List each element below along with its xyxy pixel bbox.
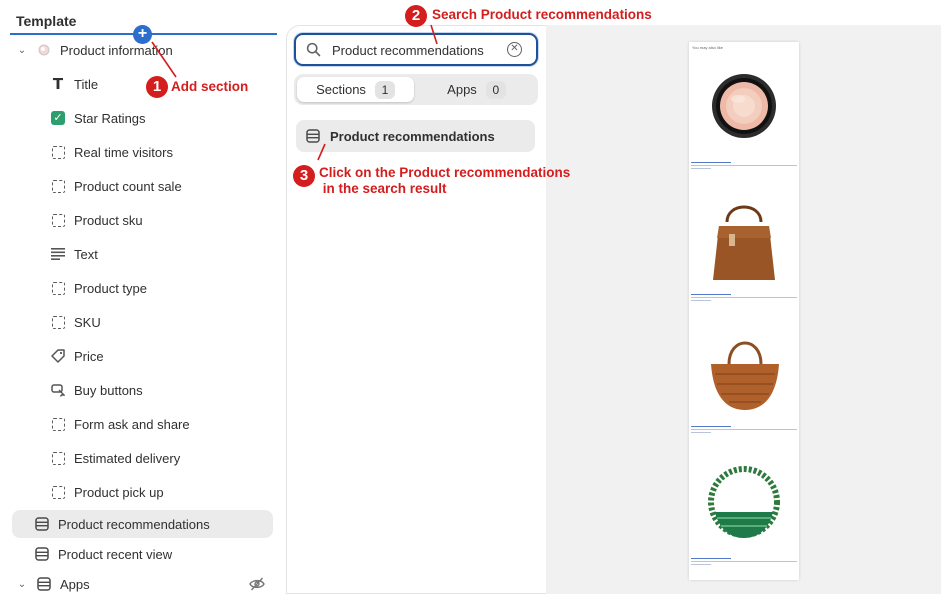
- preview-product-meta: [691, 160, 797, 174]
- section-icon: [36, 576, 52, 592]
- sidebar-header: Template: [16, 13, 77, 29]
- step-3-annotation-line-2: in the search result: [319, 181, 447, 196]
- brown-tote-bag-image: [691, 182, 797, 290]
- section-icon: [34, 516, 50, 532]
- dashed-block-icon: [50, 484, 66, 500]
- sidebar-item-form-ask-and-share[interactable]: Form ask and share: [50, 410, 190, 438]
- product-info-icon: [36, 42, 52, 58]
- preview-product-card[interactable]: [689, 174, 799, 306]
- preview-product-meta: [691, 292, 797, 306]
- sidebar-item-label: Product type: [74, 280, 147, 296]
- preview-product-card[interactable]: [689, 438, 799, 570]
- sidebar-item-product-sku[interactable]: Product sku: [50, 206, 143, 234]
- chevron-down-icon[interactable]: ⌄: [16, 45, 28, 56]
- text-lines-icon: [50, 246, 66, 262]
- chevron-down-icon[interactable]: ⌄: [16, 579, 28, 590]
- sidebar-item-label: Product pick up: [74, 484, 164, 500]
- sidebar-item-label: Product count sale: [74, 178, 182, 194]
- tab-label: Sections: [316, 82, 366, 97]
- step-2-annotation: Search Product recommendations: [432, 7, 652, 22]
- preview-product-card[interactable]: [689, 42, 799, 174]
- sidebar-item-apps[interactable]: ⌄ Apps: [16, 570, 90, 594]
- highlighter-compact-image: [691, 50, 797, 158]
- sidebar-item-label: Product recent view: [58, 546, 173, 562]
- sidebar-item-star-ratings[interactable]: ✓ Star Ratings: [50, 104, 146, 132]
- sidebar-item-buy-buttons[interactable]: Buy buttons: [50, 376, 143, 404]
- tab-sections[interactable]: Sections 1: [297, 77, 414, 102]
- dashed-block-icon: [50, 314, 66, 330]
- sidebar-item-real-time-visitors[interactable]: Real time visitors: [50, 138, 173, 166]
- preview-product-meta: [691, 556, 797, 570]
- section-icon: [34, 546, 50, 562]
- tab-apps[interactable]: Apps 0: [418, 77, 535, 102]
- sidebar-item-label: Product sku: [74, 212, 143, 228]
- search-result-product-recommendations[interactable]: Product recommendations: [296, 120, 535, 152]
- sidebar-item-title[interactable]: T Title: [50, 70, 98, 98]
- step-2-badge: 2: [405, 5, 427, 27]
- search-icon: [306, 42, 321, 57]
- section-type-tabs: Sections 1 Apps 0: [294, 74, 538, 105]
- preview-product-card[interactable]: [689, 306, 799, 438]
- sidebar-item-sku[interactable]: SKU: [50, 308, 101, 336]
- sidebar-item-product-pick-up[interactable]: Product pick up: [50, 478, 164, 506]
- sidebar-item-label: Estimated delivery: [74, 450, 181, 466]
- sidebar-item-product-recent-view[interactable]: Product recent view: [34, 540, 172, 568]
- dashed-block-icon: [50, 212, 66, 228]
- sidebar-item-label: Product recommendations: [58, 516, 210, 532]
- clear-search-icon[interactable]: ✕: [507, 42, 522, 57]
- sidebar-item-price[interactable]: Price: [50, 342, 104, 370]
- sidebar-item-label: Price: [74, 348, 104, 364]
- woven-leather-bag-image: [691, 314, 797, 422]
- sidebar-item-product-type[interactable]: Product type: [50, 274, 147, 302]
- sidebar-item-product-count-sale[interactable]: Product count sale: [50, 172, 182, 200]
- sidebar-item-label: Form ask and share: [74, 416, 190, 432]
- tab-label: Apps: [447, 82, 477, 97]
- buy-button-icon: [50, 382, 66, 398]
- eye-slash-icon[interactable]: [249, 577, 265, 591]
- sidebar-item-label: Buy buttons: [74, 382, 143, 398]
- search-input-value[interactable]: Product recommendations: [332, 43, 484, 58]
- price-tag-icon: [50, 348, 66, 364]
- beaded-circle-bag-image: [691, 446, 797, 554]
- sidebar-item-label: Real time visitors: [74, 144, 173, 160]
- step-3-annotation-line-1: Click on the Product recommendations: [319, 165, 571, 180]
- preview-page[interactable]: You may also like: [689, 42, 799, 580]
- step-3-annotation: Click on the Product recommendations in …: [319, 165, 570, 197]
- sidebar-item-label: Product information: [60, 42, 173, 58]
- add-section-plus-button[interactable]: +: [133, 25, 152, 44]
- sidebar-item-label: Text: [74, 246, 98, 262]
- section-icon: [306, 129, 320, 143]
- preview-product-meta: [691, 424, 797, 438]
- sidebar-item-label: SKU: [74, 314, 101, 330]
- section-search-input[interactable]: Product recommendations ✕: [294, 33, 538, 66]
- sidebar-item-label: Star Ratings: [74, 110, 146, 126]
- dashed-block-icon: [50, 178, 66, 194]
- dashed-block-icon: [50, 416, 66, 432]
- dashed-block-icon: [50, 144, 66, 160]
- sidebar-item-text[interactable]: Text: [50, 240, 98, 268]
- tab-count-badge: 1: [374, 80, 395, 99]
- sidebar-item-estimated-delivery[interactable]: Estimated delivery: [50, 444, 180, 472]
- step-1-badge: 1: [146, 76, 168, 98]
- star-ratings-app-icon: ✓: [50, 110, 66, 126]
- add-section-panel: [286, 25, 546, 594]
- search-result-label: Product recommendations: [330, 128, 495, 144]
- step-1-annotation: Add section: [171, 79, 249, 94]
- sidebar-item-product-recommendations[interactable]: Product recommendations: [12, 510, 273, 538]
- step-3-badge: 3: [293, 165, 315, 187]
- dashed-block-icon: [50, 280, 66, 296]
- title-text-icon: T: [52, 75, 64, 93]
- sidebar-item-label: Title: [74, 76, 99, 92]
- sidebar-item-label: Apps: [60, 576, 90, 592]
- dashed-block-icon: [50, 450, 66, 466]
- tab-count-badge: 0: [485, 80, 506, 99]
